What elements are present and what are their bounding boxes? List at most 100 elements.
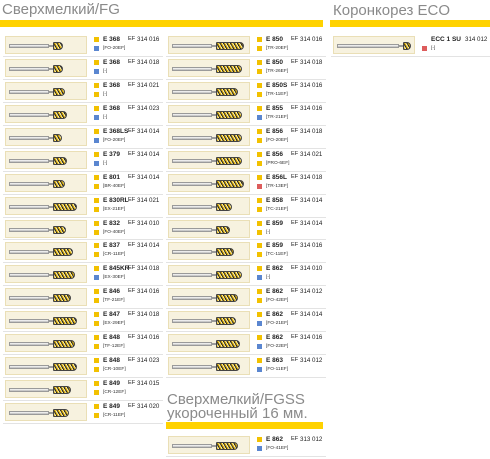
reference-code: [FO-20EF] bbox=[266, 137, 289, 143]
bur-illustration bbox=[333, 36, 415, 54]
reference-code: [FO-20EF] bbox=[103, 46, 126, 51]
size-badge bbox=[94, 298, 99, 304]
grit-marker bbox=[257, 437, 262, 442]
product-row[interactable]: E 859 EF 314 016 [TC-11EF] bbox=[166, 240, 326, 264]
product-row[interactable]: ECC 1 SU 314 012 [-] bbox=[331, 34, 490, 57]
grit-marker bbox=[257, 105, 262, 111]
bur-shank bbox=[9, 66, 49, 71]
column-fg-right: E 850 EF 314 016 [TR-20EF] E 850 EF 314 018 [TR… bbox=[166, 34, 326, 379]
product-row[interactable]: E 832 EF 314 010 [FO-40EF] bbox=[3, 218, 163, 241]
product-code: E 368 bbox=[103, 104, 120, 112]
product-row[interactable]: E 846 EF 314 016 [TF-21EF] bbox=[3, 286, 163, 310]
bur-shank bbox=[172, 89, 212, 94]
reference-code: [-] bbox=[103, 91, 108, 97]
product-row[interactable]: E 368 EF 314 016 [FO-20EF] bbox=[3, 34, 163, 57]
iso-number: 314 014 bbox=[137, 173, 160, 181]
product-row[interactable]: E 862 EF 314 012 [FO-42EF] bbox=[166, 286, 326, 310]
size-badge bbox=[94, 229, 99, 235]
reference-code: [BR-40EF] bbox=[103, 183, 126, 189]
bur-illustration bbox=[168, 357, 250, 376]
bur-illustration bbox=[5, 150, 87, 169]
product-row[interactable]: E 862 EF 313 012 [FO-41EF] bbox=[166, 434, 326, 457]
product-row[interactable]: E 368 EF 314 021 [-] bbox=[3, 80, 163, 103]
product-row[interactable]: E 845KR EF 314 018 [EX-30EF] bbox=[3, 263, 163, 287]
product-code: E 850 bbox=[266, 36, 283, 43]
product-row[interactable]: E 801 EF 314 014 [BR-40EF] bbox=[3, 172, 163, 195]
grit-marker bbox=[257, 243, 262, 249]
bur-shank bbox=[9, 158, 49, 163]
size-badge bbox=[257, 183, 262, 189]
product-code: E 837 bbox=[103, 242, 120, 250]
product-row[interactable]: E 850 EF 314 016 [TR-20EF] bbox=[166, 34, 326, 57]
product-row[interactable]: E 849 EF 314 020 [CR-11EF] bbox=[3, 401, 163, 424]
bur-illustration bbox=[5, 311, 87, 330]
reference-code: [TR-13EF] bbox=[266, 183, 289, 189]
size-badge bbox=[257, 252, 262, 258]
grit-label: EF bbox=[291, 288, 299, 295]
product-row[interactable]: E 863 EF 314 012 [FO-11EF] bbox=[166, 355, 326, 379]
product-row[interactable]: E 862 EF 314 010 [-] bbox=[166, 263, 326, 287]
product-row[interactable]: E 859 EF 314 014 [-] bbox=[166, 218, 326, 241]
product-row[interactable]: E 849 EF 314 015 [CR-12EF] bbox=[3, 378, 163, 401]
product-row[interactable]: E 855 EF 314 016 [TR-21EF] bbox=[166, 103, 326, 126]
grit-label: EF bbox=[128, 334, 136, 341]
product-row[interactable]: E 837 EF 314 014 [CR-11EF] bbox=[3, 240, 163, 264]
product-row[interactable]: E 850 EF 314 018 [TR-26EF] bbox=[166, 57, 326, 80]
product-row[interactable]: E 848 EF 314 016 [TF-12EF] bbox=[3, 332, 163, 356]
grit-label: EF bbox=[291, 81, 299, 88]
iso-number: 314 016 bbox=[137, 288, 160, 296]
bur-illustration bbox=[5, 380, 87, 399]
reference-code: [FO-40EF] bbox=[103, 229, 126, 235]
bur-illustration bbox=[168, 436, 250, 454]
section-title-eco: Коронкорез ECO bbox=[333, 2, 451, 19]
grit-marker bbox=[257, 174, 262, 180]
product-row[interactable]: E 830RL EF 314 021 [EX-21EF] bbox=[3, 195, 163, 218]
reference-code: [TF-21EF] bbox=[103, 298, 125, 304]
iso-number: 314 015 bbox=[137, 380, 160, 388]
product-row[interactable]: E 848 EF 314 023 [CR-10EF] bbox=[3, 355, 163, 379]
size-badge bbox=[94, 252, 99, 258]
reference-code: [FO-22EF] bbox=[266, 344, 289, 350]
bur-illustration bbox=[5, 36, 87, 54]
grit-label: EF bbox=[291, 150, 299, 157]
product-code: E 847 bbox=[103, 311, 120, 319]
product-row[interactable]: E 368 EF 314 023 [-] bbox=[3, 103, 163, 126]
bur-illustration bbox=[168, 242, 250, 261]
size-badge bbox=[257, 114, 262, 120]
reference-code: [FO-42EF] bbox=[266, 298, 289, 304]
grit-label: EF bbox=[128, 104, 136, 111]
bur-head bbox=[53, 87, 65, 96]
bur-shank bbox=[172, 227, 212, 232]
bur-shank bbox=[9, 411, 49, 415]
product-row[interactable]: E 847 EF 314 018 [EX-29EF] bbox=[3, 309, 163, 333]
bur-head bbox=[53, 317, 77, 326]
product-row[interactable]: E 850S EF 314 016 [TR-11EF] bbox=[166, 80, 326, 103]
grit-label: EF bbox=[128, 311, 136, 318]
grit-marker bbox=[257, 312, 262, 318]
grit-marker bbox=[257, 197, 262, 203]
bur-head bbox=[53, 179, 65, 188]
product-row[interactable]: E 862 EF 314 016 [FO-22EF] bbox=[166, 332, 326, 356]
product-row[interactable]: E 862 EF 314 014 [FO-21EF] bbox=[166, 309, 326, 333]
grit-label: EF bbox=[291, 36, 299, 42]
grit-label: EF bbox=[128, 288, 136, 295]
iso-number: 314 016 bbox=[300, 81, 323, 89]
product-row[interactable]: E 368LS EF 314 014 [FO-20EF] bbox=[3, 126, 163, 149]
product-code: E 848 bbox=[103, 357, 120, 365]
product-row[interactable]: E 368 EF 314 018 [-] bbox=[3, 57, 163, 80]
bur-shank bbox=[9, 204, 49, 209]
product-row[interactable]: E 379 EF 314 014 [-] bbox=[3, 149, 163, 172]
grit-marker bbox=[94, 312, 99, 318]
reference-code: [TC-11EF] bbox=[266, 252, 288, 258]
bur-head bbox=[53, 110, 67, 119]
size-badge bbox=[257, 321, 262, 327]
product-row[interactable]: E 858 EF 314 014 [TC-21EF] bbox=[166, 195, 326, 218]
product-row[interactable]: E 856L EF 314 018 [TR-13EF] bbox=[166, 172, 326, 195]
bur-shank bbox=[172, 204, 212, 209]
product-row[interactable]: E 856 EF 314 021 [PRO-6EF] bbox=[166, 149, 326, 172]
reference-code: [TC-21EF] bbox=[266, 206, 289, 212]
product-row[interactable]: E 856 EF 314 018 [FO-20EF] bbox=[166, 126, 326, 149]
bur-illustration bbox=[5, 357, 87, 376]
size-badge bbox=[94, 68, 99, 74]
size-badge bbox=[94, 137, 99, 143]
